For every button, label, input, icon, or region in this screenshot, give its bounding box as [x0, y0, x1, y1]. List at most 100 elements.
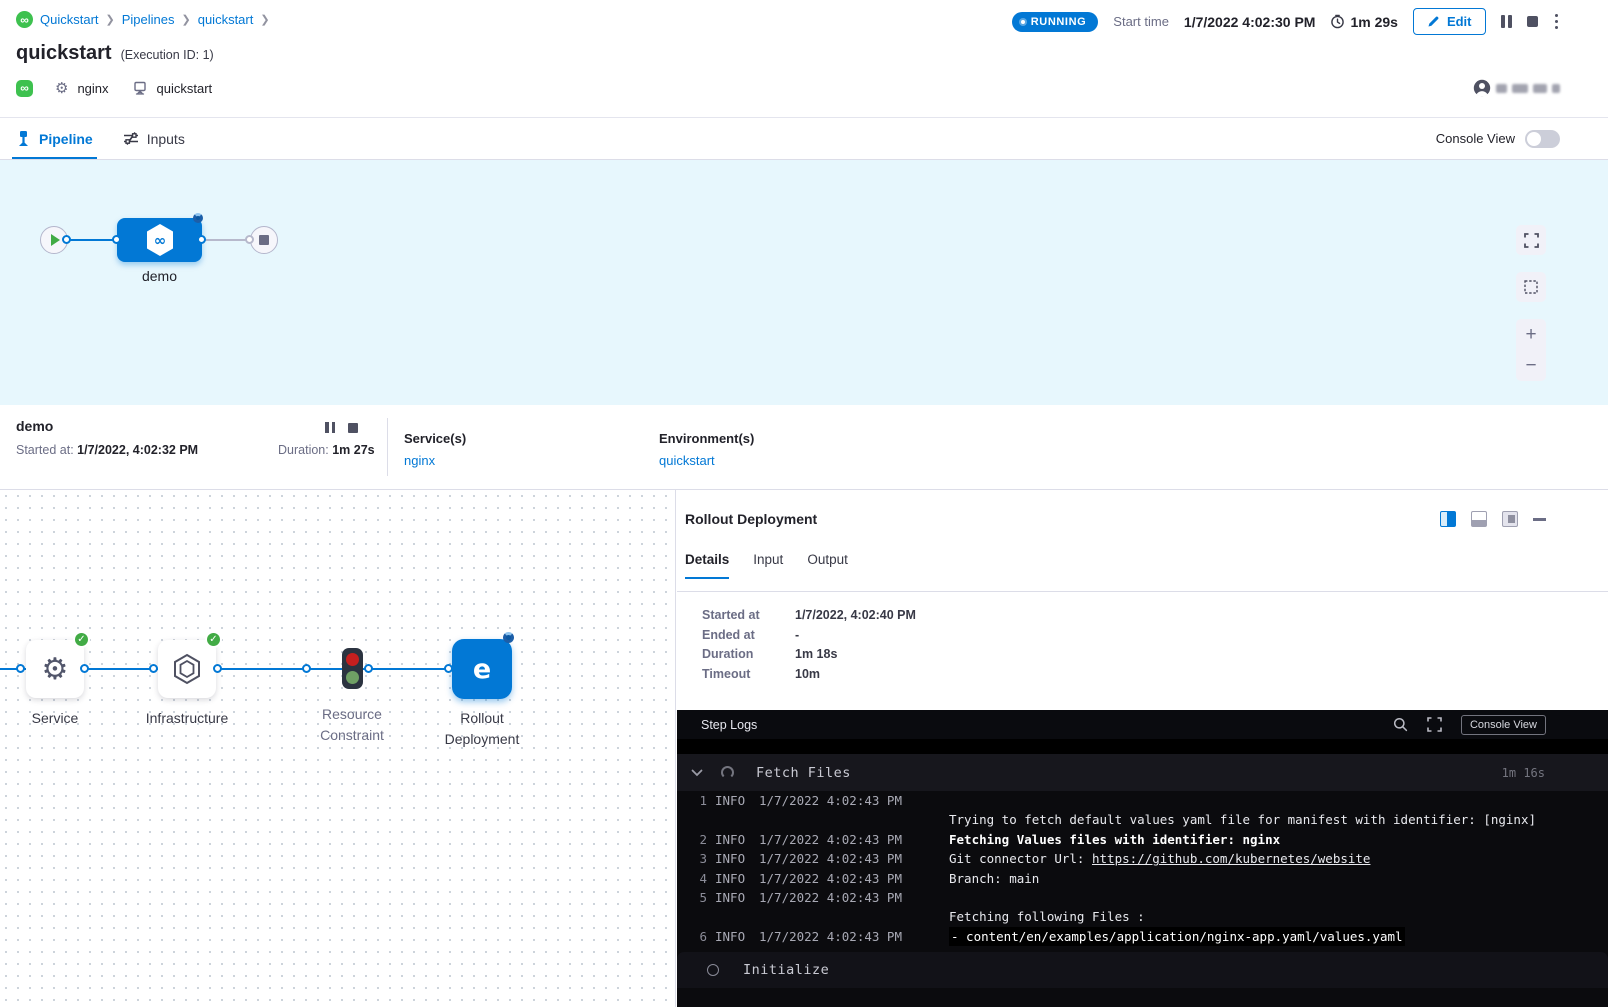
page-header: ∞ Quickstart ❯ Pipelines ❯ quickstart ❯ …	[0, 0, 1608, 117]
expand-logs-icon[interactable]	[1427, 717, 1442, 732]
section-duration: 1m 16s	[1502, 766, 1545, 780]
stop-execution-button[interactable]	[1527, 16, 1538, 27]
stage-running-spinner-icon	[193, 213, 203, 223]
breadcrumb-link-quickstart[interactable]: Quickstart	[40, 12, 99, 27]
stage-hexagon-icon: ∞	[142, 222, 178, 258]
log-line: 2INFO1/7/2022 4:02:43 PMFetching Values …	[677, 830, 1608, 849]
fullscreen-icon	[1524, 233, 1539, 248]
inputs-sliders-icon	[123, 131, 139, 146]
redacted-text	[1533, 84, 1547, 93]
pipeline-end-node[interactable]	[250, 226, 278, 254]
layout-split-bottom-button[interactable]	[1471, 511, 1487, 527]
log-line: 3INFO1/7/2022 4:02:43 PMGit connector Ur…	[677, 849, 1608, 868]
step-node-rollout-deployment[interactable]: e	[452, 639, 512, 699]
breadcrumb: ∞ Quickstart ❯ Pipelines ❯ quickstart ❯	[16, 11, 270, 28]
service-link[interactable]: nginx	[404, 453, 466, 468]
more-options-button[interactable]	[1553, 12, 1561, 32]
clock-icon	[1330, 14, 1345, 29]
step-label-rollout-deployment: Rollout Deployment	[422, 708, 542, 750]
tab-input[interactable]: Input	[753, 552, 783, 579]
step-label-infrastructure: Infrastructure	[122, 708, 252, 729]
connector-dot	[112, 235, 121, 244]
environment-name[interactable]: quickstart	[157, 81, 213, 96]
zoom-controls: + −	[1516, 319, 1546, 381]
pipeline-icon	[16, 130, 31, 147]
pipeline-canvas[interactable]: ∞ demo + −	[0, 160, 1608, 405]
gear-icon: ⚙	[42, 652, 69, 687]
environments-label: Environment(s)	[659, 431, 754, 446]
breadcrumb-link-pipeline-name[interactable]: quickstart	[198, 12, 254, 27]
log-section-initialize[interactable]: Initialize	[677, 952, 1608, 988]
avatar-icon	[1473, 79, 1491, 97]
tab-output[interactable]: Output	[807, 552, 848, 579]
pause-execution-button[interactable]	[1501, 15, 1512, 28]
layout-overlay-button[interactable]	[1502, 511, 1518, 527]
connector-dot	[213, 664, 222, 673]
detail-row: Ended at -	[702, 626, 916, 646]
stage-node-demo[interactable]: ∞	[117, 218, 202, 262]
header-actions: RUNNING Start time 1/7/2022 4:02:30 PM 1…	[1012, 8, 1560, 35]
log-section-fetch-files[interactable]: Fetch Files 1m 16s	[677, 754, 1608, 791]
meta-row: ∞ ⚙ nginx quickstart	[16, 79, 212, 97]
tab-details[interactable]: Details	[685, 552, 729, 579]
chevron-right-icon: ❯	[182, 13, 191, 26]
marquee-select-icon	[1523, 279, 1539, 295]
panel-layout-controls	[1440, 511, 1546, 527]
detail-row: Duration 1m 18s	[702, 645, 916, 665]
chevron-right-icon: ❯	[260, 13, 269, 26]
console-view-button[interactable]: Console View	[1461, 715, 1546, 735]
page-title: quickstart	[16, 42, 112, 65]
stage-pause-button[interactable]	[325, 422, 335, 433]
started-at-value: 1/7/2022, 4:02:32 PM	[77, 443, 198, 457]
zoom-out-button[interactable]: −	[1525, 356, 1536, 375]
edit-button[interactable]: Edit	[1413, 8, 1486, 35]
log-line: 1INFO1/7/2022 4:02:43 PM	[677, 791, 1608, 810]
stage-info-bar: demo Started at: 1/7/2022, 4:02:32 PM Du…	[0, 405, 1608, 490]
search-icon[interactable]	[1393, 717, 1408, 732]
detail-row: Timeout 10m	[702, 665, 916, 685]
tab-inputs-label: Inputs	[147, 131, 185, 147]
console-view-toggle[interactable]	[1525, 130, 1560, 148]
section-running-spinner-icon	[721, 766, 734, 779]
step-node-service[interactable]: ⚙	[26, 640, 84, 698]
chevron-down-icon	[691, 769, 703, 777]
connector-dot	[16, 664, 25, 673]
panel-minimize-button[interactable]	[1533, 511, 1546, 527]
tab-inputs[interactable]: Inputs	[123, 118, 185, 159]
execution-graph-canvas[interactable]: ⚙ ✓ ✓ e Service Infrastructure Resource	[0, 490, 676, 1007]
divider	[677, 591, 1608, 592]
marquee-select-button[interactable]	[1516, 272, 1546, 302]
play-icon	[51, 234, 60, 246]
tab-pipeline[interactable]: Pipeline	[16, 118, 93, 159]
log-lines[interactable]: 1INFO1/7/2022 4:02:43 PM Trying to fetch…	[677, 791, 1608, 946]
fullscreen-button[interactable]	[1516, 225, 1546, 255]
stage-stop-button[interactable]	[348, 423, 358, 433]
environment-link[interactable]: quickstart	[659, 453, 754, 468]
layout-split-right-button[interactable]	[1440, 511, 1456, 527]
service-name[interactable]: nginx	[77, 81, 108, 96]
detail-rows: Started at 1/7/2022, 4:02:40 PM Ended at…	[702, 606, 916, 684]
breadcrumb-link-pipelines[interactable]: Pipelines	[122, 12, 175, 27]
end-square-icon	[259, 235, 269, 245]
step-node-infrastructure[interactable]	[158, 640, 216, 698]
detail-tabs: Details Input Output	[685, 552, 848, 579]
step-detail-title: Rollout Deployment	[685, 511, 817, 527]
harness-cd-icon: ∞	[16, 11, 33, 28]
start-time-label: Start time	[1113, 14, 1169, 29]
infrastructure-hexagon-icon	[170, 652, 204, 686]
step-node-resource-constraint[interactable]	[342, 648, 363, 689]
execution-edge	[362, 668, 454, 670]
zoom-in-button[interactable]: +	[1525, 325, 1536, 344]
git-connector-link[interactable]: https://github.com/kubernetes/website	[1092, 851, 1370, 866]
section-name: Fetch Files	[756, 765, 851, 781]
detail-row: Started at 1/7/2022, 4:02:40 PM	[702, 606, 916, 626]
divider	[387, 418, 388, 476]
step-logs-panel: Step Logs Console View	[677, 710, 1608, 1007]
green-light-icon	[346, 671, 359, 684]
console-view-label: Console View	[1436, 131, 1515, 146]
connector-dot	[364, 664, 373, 673]
step-label-resource-constraint: Resource Constraint	[292, 704, 412, 746]
connector-dot	[80, 664, 89, 673]
stage-name: demo	[16, 418, 53, 434]
chevron-right-icon: ❯	[106, 13, 115, 26]
